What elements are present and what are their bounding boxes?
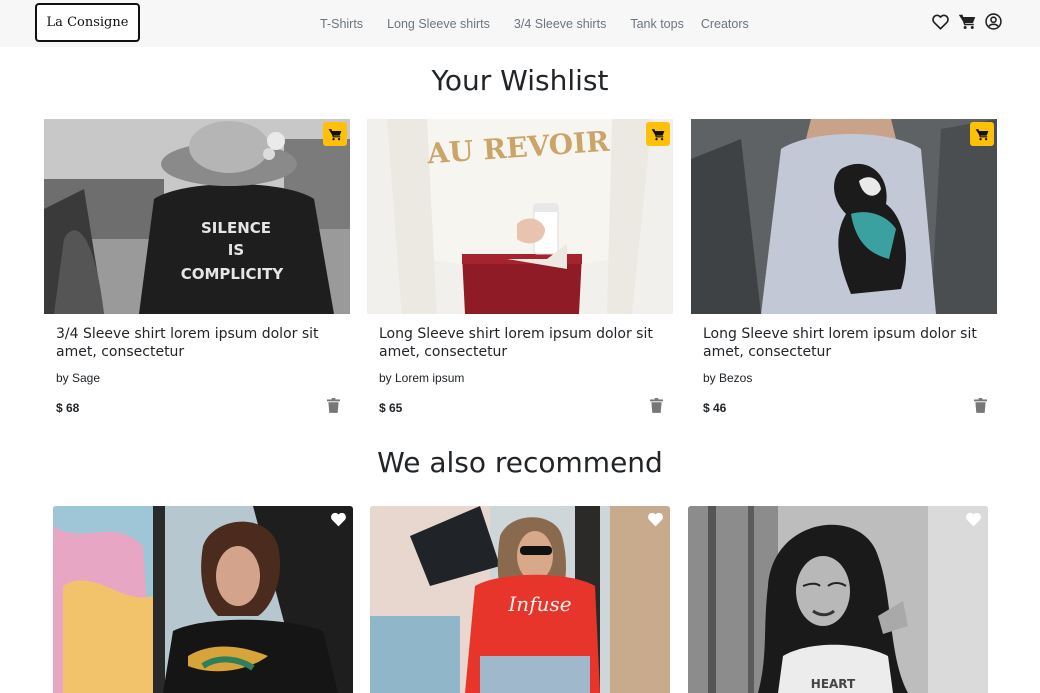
product-image[interactable]: SILENCE IS COMPLICITY <box>44 119 350 314</box>
cart-icon[interactable] <box>958 13 976 30</box>
add-to-cart-button[interactable] <box>646 122 670 146</box>
product-creator: by Sage <box>56 371 101 385</box>
recommend-card[interactable]: HEART <box>688 506 988 693</box>
wishlist-title: Your Wishlist <box>431 64 609 97</box>
svg-text:IS: IS <box>228 241 244 259</box>
add-to-cart-button[interactable] <box>323 122 347 146</box>
cart-icon <box>328 128 342 140</box>
wishlist-card: SILENCE IS COMPLICITY 3/4 Sleeve shirt l… <box>44 119 350 424</box>
product-image <box>53 506 353 693</box>
heart-icon[interactable] <box>647 512 664 531</box>
nav-link-tank-tops[interactable]: Tank tops <box>630 17 684 31</box>
nav-icons <box>932 13 1002 30</box>
nav-link-t-shirts[interactable]: T-Shirts <box>320 17 363 31</box>
cart-icon <box>651 128 665 140</box>
add-to-cart-button[interactable] <box>970 122 994 146</box>
wishlist-card: AU REVOIR Long Sleeve shirt lorem ipsum … <box>367 119 673 424</box>
nav-links: T-Shirts Long Sleeve shirts 3/4 Sleeve s… <box>320 0 773 47</box>
heart-icon[interactable] <box>932 13 949 30</box>
product-creator: by Lorem ipsum <box>379 371 465 385</box>
recommend-card[interactable] <box>53 506 353 693</box>
svg-text:Infuse: Infuse <box>507 592 571 616</box>
trash-icon[interactable] <box>650 398 663 417</box>
trash-icon[interactable] <box>327 398 340 417</box>
product-title[interactable]: 3/4 Sleeve shirt lorem ipsum dolor sit a… <box>56 325 341 361</box>
nav-link-three-quarter-sleeve-shirts[interactable]: 3/4 Sleeve shirts <box>514 17 606 31</box>
trash-icon[interactable] <box>974 398 987 417</box>
nav-link-creators[interactable]: Creators <box>701 17 749 31</box>
heart-icon[interactable] <box>965 512 982 531</box>
navbar: La Consigne T-Shirts Long Sleeve shirts … <box>0 0 1040 47</box>
product-image: Infuse <box>370 506 670 693</box>
product-title[interactable]: Long Sleeve shirt lorem ipsum dolor sit … <box>703 325 988 361</box>
nav-link-long-sleeve-shirts[interactable]: Long Sleeve shirts <box>387 17 490 31</box>
brand-logo[interactable]: La Consigne <box>35 3 140 42</box>
recommend-card[interactable]: Infuse <box>370 506 670 693</box>
cart-icon <box>975 128 989 140</box>
product-image: HEART <box>688 506 988 693</box>
product-image[interactable] <box>691 119 997 314</box>
product-price: $ 68 <box>56 401 80 415</box>
recommend-title: We also recommend <box>377 446 663 479</box>
svg-text:SILENCE: SILENCE <box>201 219 271 237</box>
wishlist-card: Long Sleeve shirt lorem ipsum dolor sit … <box>691 119 997 424</box>
heart-icon[interactable] <box>330 512 347 531</box>
svg-text:HEART: HEART <box>811 677 856 691</box>
product-title[interactable]: Long Sleeve shirt lorem ipsum dolor sit … <box>379 325 664 361</box>
product-price: $ 46 <box>703 401 727 415</box>
product-image[interactable]: AU REVOIR <box>367 119 673 314</box>
product-price: $ 65 <box>379 401 403 415</box>
user-icon[interactable] <box>985 13 1002 30</box>
svg-text:COMPLICITY: COMPLICITY <box>181 265 285 283</box>
product-creator: by Bezos <box>703 371 753 385</box>
